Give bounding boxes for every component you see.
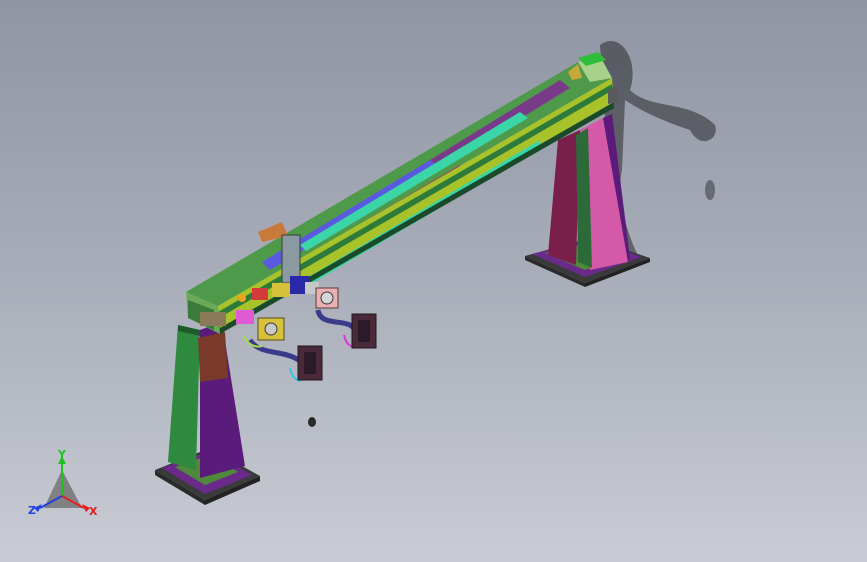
left-leg[interactable] bbox=[168, 322, 245, 478]
triad-y-label: Y bbox=[58, 448, 66, 461]
cad-viewport[interactable]: Y X Z bbox=[0, 0, 867, 562]
triad-x-label: X bbox=[89, 505, 98, 518]
gripper-arm-left[interactable] bbox=[243, 317, 323, 382]
gripper-arm-right[interactable] bbox=[315, 287, 377, 349]
triad-z-label: Z bbox=[28, 504, 36, 517]
view-triad bbox=[34, 456, 90, 512]
gantry-model[interactable] bbox=[0, 0, 867, 562]
gantry-beam[interactable] bbox=[186, 52, 618, 334]
loose-part bbox=[308, 417, 316, 427]
